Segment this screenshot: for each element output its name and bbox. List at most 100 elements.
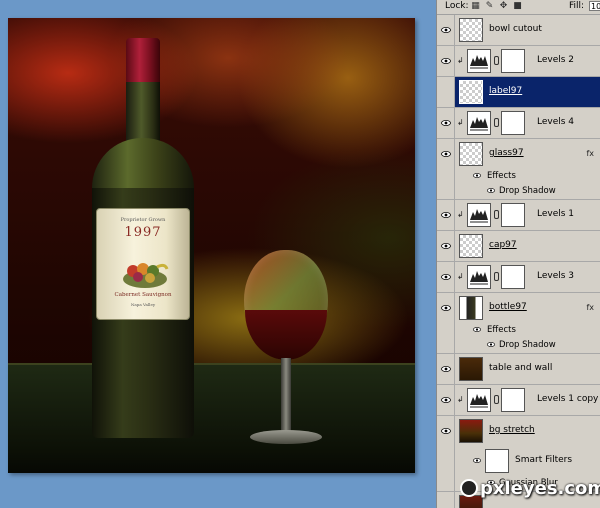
layer-row-table-and-wall[interactable]: table and wall xyxy=(437,354,600,385)
layer-row-levels-3[interactable]: ↲ Levels 3 xyxy=(437,262,600,293)
glass-foot xyxy=(250,430,322,444)
layer-name[interactable]: Levels 1 xyxy=(537,209,574,219)
clipping-arrow-icon: ↲ xyxy=(457,118,464,127)
chain-link-icon[interactable] xyxy=(494,56,499,65)
layer-row-bottle97[interactable]: bottle97 fx xyxy=(437,293,600,323)
visibility-toggle[interactable] xyxy=(437,169,455,184)
visibility-toggle[interactable] xyxy=(437,293,455,323)
visibility-toggle[interactable] xyxy=(437,492,455,508)
visibility-toggle[interactable] xyxy=(437,476,455,491)
lock-all-icon[interactable]: ■ xyxy=(513,2,522,11)
visibility-toggle[interactable] xyxy=(437,231,455,261)
fx-icon[interactable]: fx xyxy=(586,303,594,312)
levels-adjustment-icon xyxy=(467,49,491,73)
layer-name[interactable]: Levels 2 xyxy=(537,55,574,65)
layer-name[interactable]: label97 xyxy=(489,86,522,96)
layer-thumbnail xyxy=(459,357,483,381)
smart-filter-mask-thumbnail[interactable] xyxy=(485,449,509,473)
layer-mask-thumbnail[interactable] xyxy=(501,111,525,135)
layer-name[interactable]: Levels 3 xyxy=(537,271,574,281)
eye-icon xyxy=(441,274,451,280)
pxleyes-logo-icon xyxy=(460,479,478,497)
watermark-text: pxleyes.com xyxy=(480,478,600,499)
layer-name[interactable]: table and wall xyxy=(489,363,552,373)
layer-name[interactable]: Levels 4 xyxy=(537,117,574,127)
layer-row-bowl-cutout[interactable]: bowl cutout xyxy=(437,15,600,46)
layer-mask-thumbnail[interactable] xyxy=(501,388,525,412)
visibility-toggle[interactable] xyxy=(437,46,455,76)
visibility-toggle[interactable] xyxy=(437,200,455,230)
chain-link-icon[interactable] xyxy=(494,118,499,127)
visibility-toggle[interactable] xyxy=(437,184,455,199)
effects-row[interactable]: Effects xyxy=(437,169,600,184)
layer-mask-thumbnail[interactable] xyxy=(501,265,525,289)
visibility-toggle[interactable] xyxy=(437,262,455,292)
artwork-canvas[interactable]: Proprietor Grown 1997 Cabernet Sauvignon… xyxy=(8,18,415,473)
effects-row[interactable]: Effects xyxy=(437,323,600,338)
chain-link-icon[interactable] xyxy=(494,395,499,404)
fill-label: Fill: xyxy=(569,1,585,11)
visibility-toggle[interactable] xyxy=(437,446,455,476)
visibility-toggle[interactable] xyxy=(437,385,455,415)
drop-shadow-row[interactable]: Drop Shadow xyxy=(437,338,600,354)
fx-icon[interactable]: fx xyxy=(586,149,594,158)
eye-icon xyxy=(487,342,495,347)
visibility-toggle[interactable] xyxy=(437,15,455,45)
lock-transparency-icon[interactable]: ▦ xyxy=(471,2,480,11)
visibility-toggle[interactable] xyxy=(437,338,455,353)
smart-filters-label: Smart Filters xyxy=(515,455,573,465)
layer-name[interactable]: bg stretch xyxy=(489,425,535,435)
eye-icon xyxy=(441,428,451,434)
layer-row-bg-stretch[interactable]: bg stretch xyxy=(437,416,600,446)
lock-position-icon[interactable]: ✥ xyxy=(499,2,508,11)
levels-adjustment-icon xyxy=(467,265,491,289)
chain-link-icon[interactable] xyxy=(494,210,499,219)
visibility-toggle[interactable] xyxy=(437,139,455,169)
label-varietal: Cabernet Sauvignon xyxy=(114,292,172,298)
visibility-toggle[interactable] xyxy=(437,416,455,446)
layer-name[interactable]: cap97 xyxy=(489,240,517,250)
eye-icon xyxy=(441,27,451,33)
layer-row-label97[interactable]: label97 xyxy=(437,77,600,108)
clipping-arrow-icon: ↲ xyxy=(457,56,464,65)
fill-input[interactable]: 10 xyxy=(589,1,600,11)
document-canvas-area[interactable]: Proprietor Grown 1997 Cabernet Sauvignon… xyxy=(0,0,436,508)
visibility-toggle[interactable] xyxy=(437,323,455,338)
layer-row-glass97[interactable]: glass97 fx xyxy=(437,139,600,169)
smart-filters-row[interactable]: Smart Filters xyxy=(437,446,600,476)
layer-name[interactable]: glass97 xyxy=(489,148,524,158)
layer-mask-thumbnail[interactable] xyxy=(501,49,525,73)
layer-row-levels-4[interactable]: ↲ Levels 4 xyxy=(437,108,600,139)
layer-thumbnail xyxy=(459,142,483,166)
lock-bar: Lock: ▦ ✎ ✥ ■ Fill: 10 xyxy=(437,0,600,15)
glass-stem xyxy=(281,358,291,432)
layer-name[interactable]: Levels 1 copy xyxy=(537,394,598,404)
watermark: pxleyes.com xyxy=(460,478,600,508)
eye-icon xyxy=(473,173,481,178)
bottle-cap xyxy=(126,38,160,86)
chain-link-icon[interactable] xyxy=(494,272,499,281)
label-region: Napa Valley xyxy=(130,302,156,307)
wine-glass xyxy=(244,250,328,450)
layer-row-levels-2[interactable]: ↲ Levels 2 xyxy=(437,46,600,77)
layer-row-levels-1-copy[interactable]: ↲ Levels 1 copy xyxy=(437,385,600,416)
levels-adjustment-icon xyxy=(467,388,491,412)
eye-icon xyxy=(441,58,451,64)
layer-row-cap97[interactable]: cap97 xyxy=(437,231,600,262)
layer-name[interactable]: bowl cutout xyxy=(489,24,542,34)
visibility-toggle[interactable] xyxy=(437,354,455,384)
visibility-toggle[interactable] xyxy=(437,77,455,107)
eye-icon xyxy=(441,305,451,311)
layer-mask-thumbnail[interactable] xyxy=(501,203,525,227)
layer-name[interactable]: bottle97 xyxy=(489,302,527,312)
drop-shadow-row[interactable]: Drop Shadow xyxy=(437,184,600,200)
visibility-toggle[interactable] xyxy=(437,108,455,138)
layer-thumbnail xyxy=(459,80,483,104)
label-producer: Proprietor Grown xyxy=(120,217,166,223)
eye-icon xyxy=(441,120,451,126)
layer-row-levels-1[interactable]: ↲ Levels 1 xyxy=(437,200,600,231)
eye-icon xyxy=(441,366,451,372)
layer-thumbnail xyxy=(459,419,483,443)
layer-thumbnail xyxy=(459,296,483,320)
lock-pixels-icon[interactable]: ✎ xyxy=(485,2,494,11)
